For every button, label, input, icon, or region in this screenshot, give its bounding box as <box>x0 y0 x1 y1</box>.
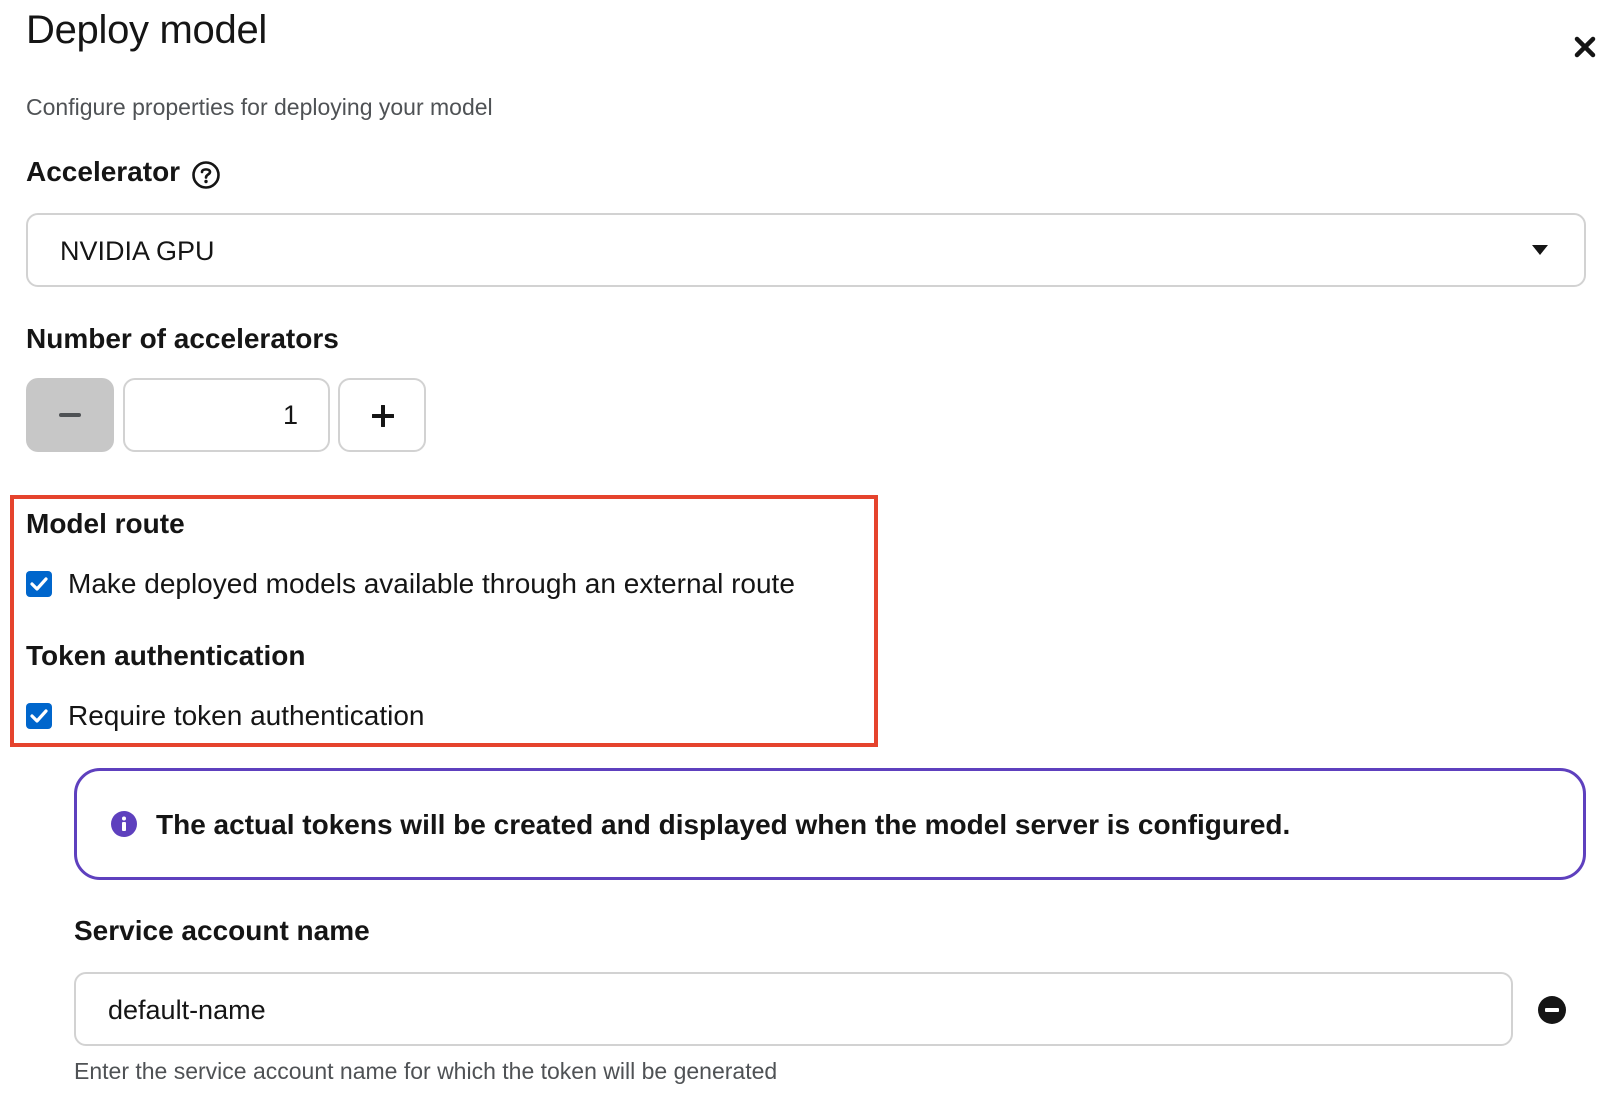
help-icon <box>192 161 220 189</box>
decrement-button[interactable] <box>26 378 114 452</box>
close-icon <box>1574 36 1596 58</box>
check-icon <box>30 709 48 723</box>
info-alert-message: The actual tokens will be created and di… <box>156 809 1291 840</box>
check-icon <box>30 577 48 591</box>
close-button[interactable] <box>1568 30 1602 64</box>
info-icon <box>111 811 137 837</box>
minus-icon <box>59 413 81 417</box>
accelerator-help-button[interactable] <box>191 160 221 190</box>
service-account-input[interactable]: default-name <box>74 972 1513 1046</box>
modal-title: Deploy model <box>26 8 267 52</box>
model-route-heading: Model route <box>26 508 185 539</box>
remove-service-account-button[interactable] <box>1538 996 1566 1024</box>
plus-icon <box>372 405 394 427</box>
token-auth-checkbox[interactable] <box>26 703 52 729</box>
caret-down-icon <box>1532 245 1548 255</box>
token-auth-checkbox-label[interactable]: Require token authentication <box>68 700 424 732</box>
accelerator-label: Accelerator <box>26 156 181 187</box>
service-account-value: default-name <box>108 995 266 1025</box>
service-account-label: Service account name <box>74 915 370 946</box>
modal-description: Configure properties for deploying your … <box>26 94 493 120</box>
accelerator-select[interactable]: NVIDIA GPU <box>26 213 1586 287</box>
info-alert: The actual tokens will be created and di… <box>74 768 1586 880</box>
num-accelerators-input[interactable]: 1 <box>123 378 330 452</box>
model-route-checkbox[interactable] <box>26 571 52 597</box>
model-route-checkbox-label[interactable]: Make deployed models available through a… <box>68 568 795 600</box>
service-account-helper-text: Enter the service account name for which… <box>74 1058 778 1084</box>
num-accelerators-label: Number of accelerators <box>26 323 339 354</box>
increment-button[interactable] <box>338 378 426 452</box>
remove-icon <box>1538 996 1566 1024</box>
token-auth-heading: Token authentication <box>26 640 306 671</box>
accelerator-selected-value: NVIDIA GPU <box>60 236 215 266</box>
